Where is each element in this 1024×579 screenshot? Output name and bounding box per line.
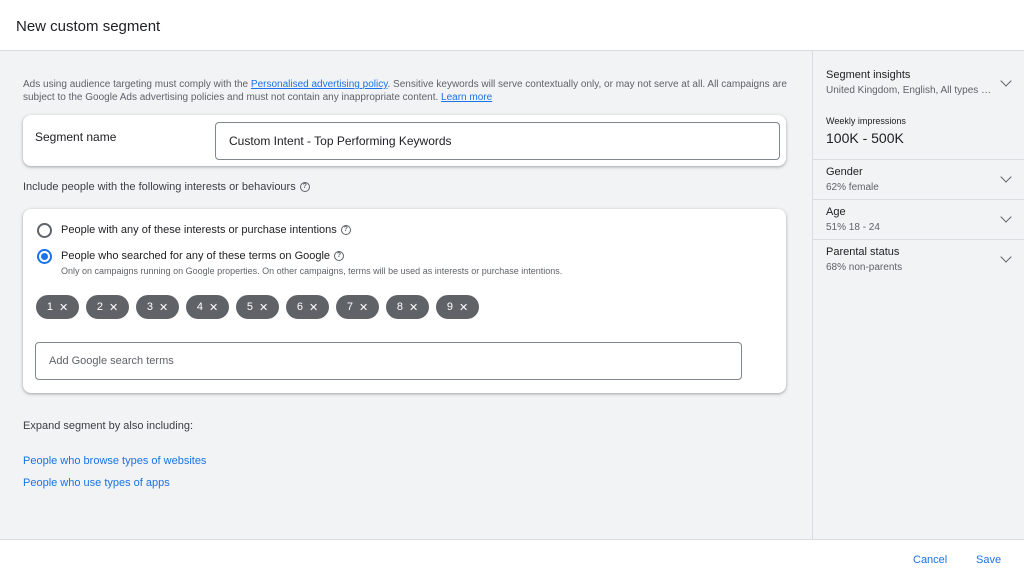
help-circle-icon[interactable]: ? [299,182,310,193]
help-circle-icon[interactable]: ? [334,251,345,262]
close-icon[interactable]: ✕ [259,301,268,314]
interests-option: People with any of these interests or pu… [61,224,351,236]
age-section[interactable]: Age 51% 18 - 24 [813,200,1024,240]
personalised-advertising-policy-link[interactable]: Personalised advertising policy [251,79,388,90]
chip-label: 9 [446,301,453,313]
close-icon[interactable]: ✕ [309,301,318,314]
insights-panel: Segment insights United Kingdom, English… [812,51,1024,539]
expand-segment-label: Expand segment by also including: [23,420,193,432]
search-terms-input[interactable] [35,342,742,380]
search-term-chip[interactable]: 2 ✕ [86,295,129,319]
interests-radio[interactable] [37,223,52,238]
dialog-footer: Cancel Save [0,539,1024,579]
chevron-down-icon[interactable] [1000,75,1012,87]
include-label: Include people with the following intere… [23,181,310,193]
searched-terms-option: People who searched for any of these ter… [61,250,345,262]
interests-option-label: People with any of these interests or pu… [61,224,337,236]
searched-terms-option-label: People who searched for any of these ter… [61,250,331,262]
close-icon[interactable]: ✕ [359,301,368,314]
gender-section[interactable]: Gender 62% female [813,160,1024,200]
searched-terms-note: Only on campaigns running on Google prop… [61,266,563,276]
close-icon[interactable]: ✕ [159,301,168,314]
close-icon[interactable]: ✕ [459,301,468,314]
learn-more-link[interactable]: Learn more [441,92,492,103]
weekly-impressions-value: 100K - 500K [826,130,904,146]
search-term-chip[interactable]: 7 ✕ [336,295,379,319]
search-term-chip[interactable]: 5 ✕ [236,295,279,319]
chip-label: 8 [396,301,403,313]
age-value: 51% 18 - 24 [826,222,880,233]
chip-label: 3 [146,301,153,313]
save-button[interactable]: Save [976,554,1001,566]
help-circle-icon[interactable]: ? [340,225,351,236]
chip-label: 4 [196,301,203,313]
close-icon[interactable]: ✕ [109,301,118,314]
chip-label: 5 [246,301,253,313]
searched-terms-radio[interactable] [37,249,52,264]
search-term-chip[interactable]: 6 ✕ [286,295,329,319]
search-term-chip[interactable]: 9 ✕ [436,295,479,319]
use-apps-link[interactable]: People who use types of apps [23,477,170,489]
policy-notice: Ads using audience targeting must comply… [23,78,793,104]
browse-websites-link[interactable]: People who browse types of websites [23,455,206,467]
chevron-down-icon[interactable] [1000,211,1012,223]
parental-status-value: 68% non-parents [826,262,903,273]
gender-label: Gender [826,166,863,178]
include-label-text: Include people with the following intere… [23,181,296,193]
close-icon[interactable]: ✕ [209,301,218,314]
close-icon[interactable]: ✕ [59,301,68,314]
close-icon[interactable]: ✕ [409,301,418,314]
segment-name-input[interactable] [215,122,780,160]
segment-name-label: Segment name [35,130,117,144]
segment-insights-title: Segment insights [826,69,911,81]
segment-name-card: Segment name [23,115,786,166]
notice-text-before: Ads using audience targeting must comply… [23,79,251,90]
gender-value: 62% female [826,182,879,193]
segment-insights-section: Segment insights United Kingdom, English… [813,51,1024,160]
search-term-chip[interactable]: 4 ✕ [186,295,229,319]
main-panel: Ads using audience targeting must comply… [0,51,812,539]
page-title: New custom segment [16,18,161,35]
search-term-chip[interactable]: 8 ✕ [386,295,429,319]
search-term-chip[interactable]: 3 ✕ [136,295,179,319]
targeting-options-card: People with any of these interests or pu… [23,209,786,393]
parental-status-label: Parental status [826,246,900,258]
search-term-chips: 1 ✕ 2 ✕ 3 ✕ 4 ✕ 5 ✕ 6 ✕ 7 ✕ 8 ✕ 9 ✕ [36,295,479,319]
search-term-chip[interactable]: 1 ✕ [36,295,79,319]
chevron-down-icon[interactable] [1000,251,1012,263]
dialog-header: New custom segment [0,0,1024,51]
chip-label: 7 [346,301,353,313]
chip-label: 1 [46,301,53,313]
age-label: Age [826,206,846,218]
cancel-button[interactable]: Cancel [913,554,947,566]
segment-insights-summary: United Kingdom, English, All types of de… [826,85,994,96]
chevron-down-icon[interactable] [1000,171,1012,183]
parental-status-section[interactable]: Parental status 68% non-parents [813,240,1024,280]
chip-label: 6 [296,301,303,313]
weekly-impressions-label: Weekly impressions [826,116,906,126]
chip-label: 2 [96,301,103,313]
